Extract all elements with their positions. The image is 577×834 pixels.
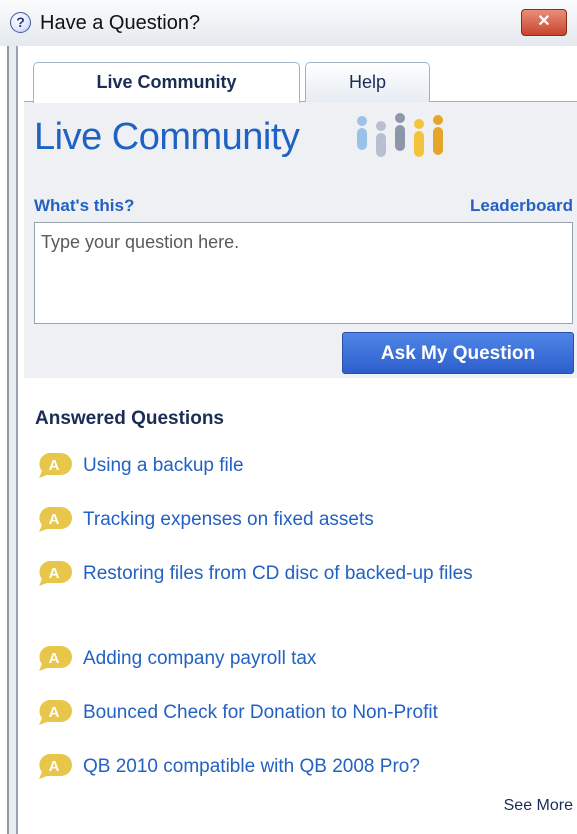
answered-question-link[interactable]: QB 2010 compatible with QB 2008 Pro? [83, 752, 563, 781]
answer-badge-letter: A [49, 565, 60, 582]
answered-question-link[interactable]: Restoring files from CD disc of backed-u… [83, 559, 563, 588]
answer-badge-letter: A [49, 511, 60, 528]
person-5-icon [433, 115, 443, 155]
person-3-icon [395, 113, 405, 151]
whats-this-link[interactable]: What's this? [34, 196, 134, 216]
close-button[interactable]: ✕ [521, 9, 567, 36]
answer-badge-letter: A [49, 704, 60, 721]
ask-my-question-button[interactable]: Ask My Question [342, 332, 574, 374]
answered-question-link[interactable]: Using a backup file [83, 451, 563, 480]
window-title: Have a Question? [40, 12, 201, 34]
answer-badge-icon: A [39, 507, 72, 532]
see-more-link[interactable]: See More [504, 797, 573, 815]
window-titlebar: ? Have a Question? ✕ [0, 0, 577, 47]
answer-badge-letter: A [49, 457, 60, 474]
answer-badge-letter: A [49, 758, 60, 775]
people-group-icon [357, 113, 443, 157]
answer-badge-icon: A [39, 561, 72, 586]
answer-badge-icon: A [39, 754, 72, 779]
live-community-logo-text: Live Community [34, 116, 300, 158]
answered-question-link[interactable]: Tracking expenses on fixed assets [83, 505, 563, 534]
leaderboard-link[interactable]: Leaderboard [470, 196, 573, 216]
answer-badge-letter: A [49, 650, 60, 667]
help-question-icon[interactable]: ? [10, 12, 31, 33]
person-1-icon [357, 116, 367, 150]
answered-question-link[interactable]: Adding company payroll tax [83, 644, 563, 673]
answered-questions-heading: Answered Questions [35, 408, 224, 429]
tab-live-community[interactable]: Live Community [33, 62, 300, 103]
answer-badge-icon: A [39, 700, 72, 725]
person-4-icon [414, 119, 424, 157]
question-input[interactable] [34, 222, 573, 324]
window-left-frame [0, 46, 24, 834]
tab-help[interactable]: Help [305, 62, 430, 102]
answer-badge-icon: A [39, 646, 72, 671]
answered-question-link[interactable]: Bounced Check for Donation to Non-Profit [83, 698, 563, 727]
question-panel: Live Community What's this? Leaderboard … [24, 102, 577, 378]
person-2-icon [376, 121, 386, 157]
answer-badge-icon: A [39, 453, 72, 478]
